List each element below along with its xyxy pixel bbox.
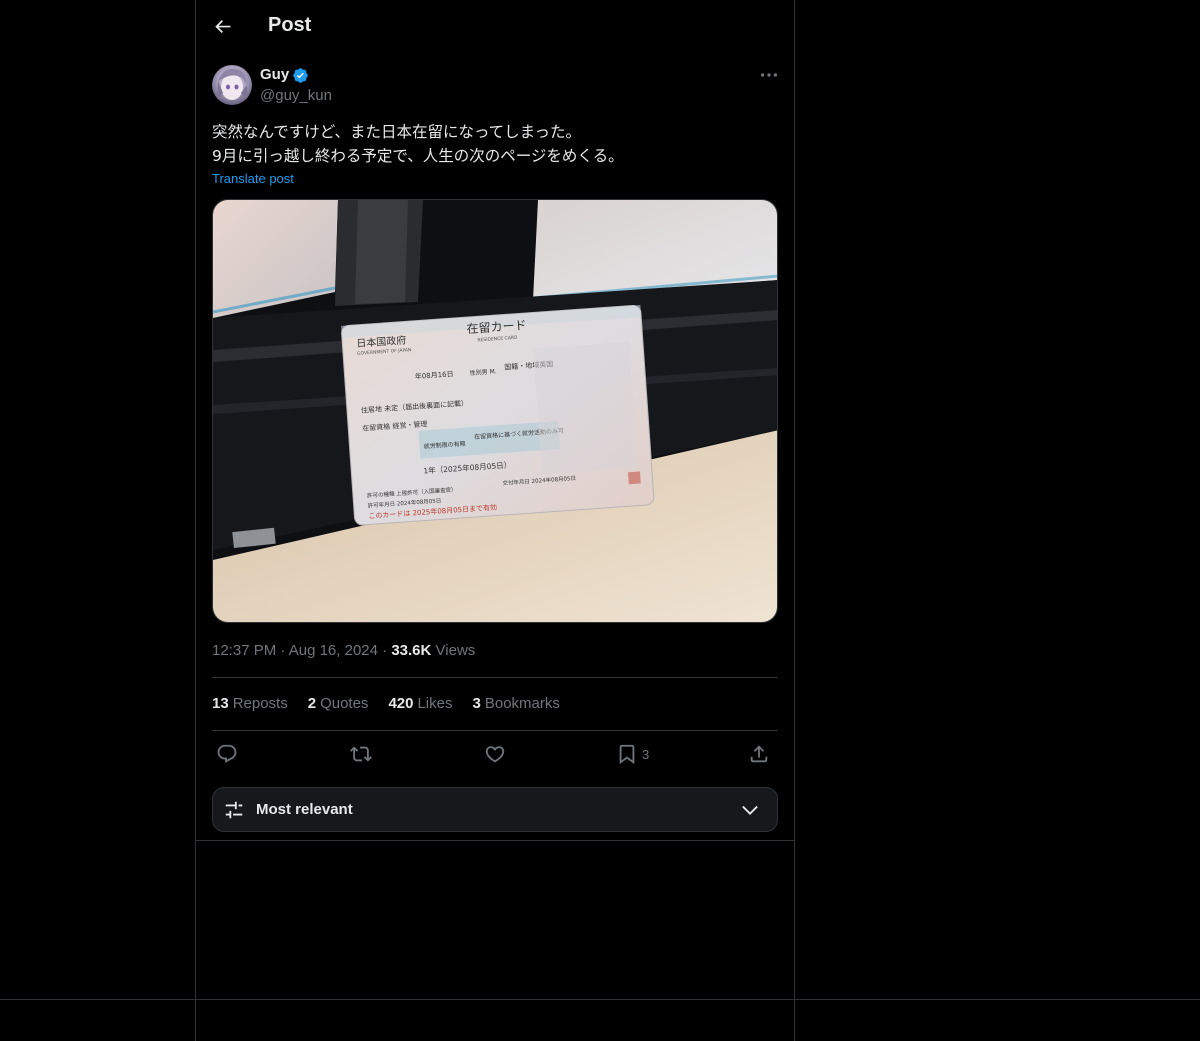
divider [212, 730, 778, 731]
likes-count: 420 [388, 695, 414, 712]
column-right-border [794, 0, 795, 1041]
back-button[interactable] [210, 14, 236, 40]
bookmark-button[interactable]: 3 [616, 742, 649, 766]
like-button[interactable] [484, 742, 506, 766]
post-photo[interactable]: 日本国政府 在留カード RESIDENCE CARD GOVERNMENT OF… [212, 199, 778, 623]
post-text-line-2: 9月に引っ越し終わる予定で、人生の次のページをめくる。 [212, 147, 624, 165]
verified-badge-icon [293, 68, 308, 83]
more-dots-icon [760, 73, 778, 77]
share-button[interactable] [748, 742, 770, 766]
more-options-button[interactable] [758, 64, 780, 86]
arrow-left-icon [215, 20, 231, 34]
views-label: Views [435, 642, 476, 659]
engagement-stats: 13 Reposts 2 Quotes 420 Likes 3 Bookmarks [212, 695, 560, 712]
likes-stat[interactable]: 420 Likes [388, 695, 452, 712]
post-date[interactable]: Aug 16, 2024 [289, 642, 378, 659]
bookmarks-count: 3 [472, 695, 481, 712]
quotes-label: Quotes [320, 695, 369, 712]
post-time[interactable]: 12:37 PM [212, 642, 276, 659]
bookmark-count: 3 [642, 746, 650, 762]
bottom-border [0, 999, 1200, 1000]
post-bottom-border [196, 840, 794, 841]
action-bar: 3 [212, 740, 778, 770]
author-name[interactable]: Guy [260, 66, 289, 83]
heart-icon [485, 746, 505, 763]
meta-separator: · [280, 642, 289, 659]
page-title: Post [268, 14, 312, 36]
divider [212, 677, 778, 678]
views-count: 33.6K [391, 642, 432, 659]
share-icon [750, 745, 768, 763]
avatar[interactable] [212, 65, 252, 105]
repost-button[interactable] [350, 742, 372, 766]
bookmarks-label: Bookmarks [484, 695, 560, 712]
quotes-stat[interactable]: 2 Quotes [308, 695, 369, 712]
page-header: Post [196, 0, 794, 53]
avatar-image [217, 68, 248, 103]
repost-icon [350, 746, 372, 762]
post-meta: 12:37 PM · Aug 16, 2024 · 33.6K Views [212, 642, 475, 659]
column-left-border [195, 0, 196, 1041]
reposts-label: Reposts [232, 695, 288, 712]
quotes-count: 2 [307, 695, 317, 712]
bookmarks-stat[interactable]: 3 Bookmarks [473, 695, 560, 712]
reply-button[interactable] [216, 742, 238, 766]
translate-post-link[interactable]: Translate post [212, 171, 294, 186]
chevron-down-icon [742, 805, 758, 815]
post-text: 突然なんですけど、また日本在留になってしまった。 9月に引っ越し終わる予定で、人… [212, 120, 778, 168]
sort-label: Most relevant [256, 801, 353, 818]
likes-label: Likes [417, 695, 453, 712]
filter-sliders-icon [225, 801, 243, 819]
residence-card-photo: 日本国政府 在留カード RESIDENCE CARD GOVERNMENT OF… [213, 200, 777, 622]
meta-separator: · [382, 642, 392, 659]
reply-sort-dropdown[interactable]: Most relevant [212, 787, 778, 832]
reposts-stat[interactable]: 13 Reposts [212, 695, 288, 712]
reposts-count: 13 [212, 695, 229, 712]
post-text-line-1: 突然なんですけど、また日本在留になってしまった。 [212, 123, 582, 141]
bookmark-icon [619, 744, 635, 765]
reply-icon [217, 744, 237, 763]
author-handle[interactable]: @guy_kun [260, 87, 332, 104]
